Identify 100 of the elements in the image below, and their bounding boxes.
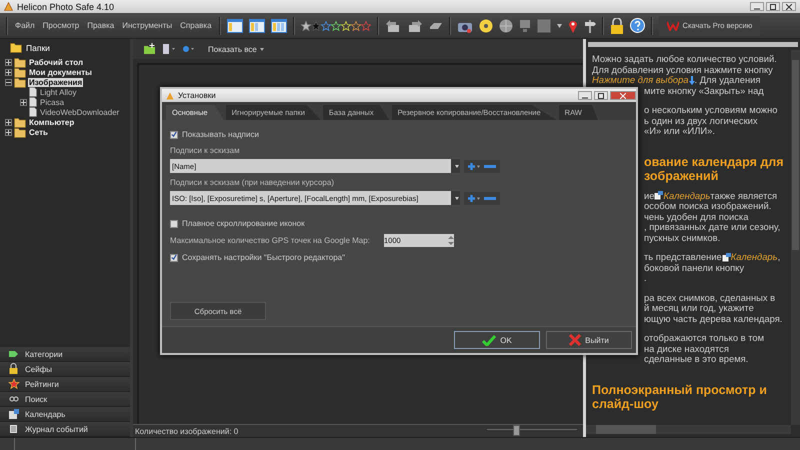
help-text: мите кнопку «Закрыть» над — [644, 86, 764, 96]
help-text: на диске находятся — [644, 344, 729, 354]
menu-item[interactable]: Правка — [86, 19, 116, 32]
checkmark-icon — [171, 254, 177, 261]
window-title: Helicon Photo Safe 4.10 — [17, 2, 116, 12]
help-text: . — [644, 273, 647, 284]
calendar-icon — [722, 252, 731, 262]
tag-icon — [8, 348, 20, 360]
checkbox-label: Показывать надписи — [182, 130, 259, 139]
scrollbar[interactable] — [791, 50, 800, 425]
panel-title: Папки — [26, 42, 50, 52]
close-button[interactable] — [782, 2, 796, 11]
filter-dropdown[interactable]: Показать все — [202, 44, 270, 54]
spin-arrows-icon[interactable] — [448, 235, 454, 246]
expander-icon[interactable] — [5, 78, 12, 86]
expander-icon[interactable] — [5, 68, 12, 76]
star-icon[interactable] — [310, 20, 321, 30]
help-text: о нескольким условиям можно — [644, 105, 778, 116]
checkbox-label: Плавное скроллирование иконок — [182, 219, 305, 228]
maximize-button[interactable] — [594, 91, 608, 100]
panel-tab[interactable]: Поиск — [0, 392, 130, 407]
close-icon — [786, 4, 792, 10]
field-label: Подписи к эскизам — [170, 145, 241, 157]
map-pin-icon[interactable] — [568, 18, 578, 32]
star-icon[interactable] — [360, 20, 371, 30]
field-label: Подписи к эскизам (при наведении курсора) — [170, 177, 335, 189]
tree-item[interactable]: Мои документы — [28, 68, 93, 76]
expander-icon[interactable] — [20, 98, 27, 106]
plus-icon — [6, 120, 11, 124]
dialog-title: Установки — [178, 91, 217, 100]
help-text: особом поиска изображений. — [644, 201, 772, 212]
tree-item[interactable]: Изображения — [28, 78, 84, 86]
folder-icon — [14, 76, 26, 88]
minimize-button[interactable] — [750, 2, 764, 11]
monitor-icon[interactable] — [518, 18, 531, 32]
checkbox[interactable] — [170, 220, 178, 228]
caret-icon — [454, 196, 458, 200]
close-icon — [620, 92, 626, 98]
minimize-button[interactable] — [578, 91, 592, 100]
add-icon[interactable] — [467, 194, 481, 202]
tree-item[interactable]: Picasa — [39, 98, 66, 106]
tree-item[interactable]: Light Alloy — [39, 88, 78, 96]
tree-item[interactable]: Рабочий стол — [28, 58, 84, 66]
star-icon[interactable] — [300, 20, 311, 30]
menu-item[interactable]: Просмотр — [42, 19, 80, 32]
expander-icon[interactable] — [5, 58, 12, 66]
menu-item[interactable]: Справка — [179, 19, 213, 32]
app-logo-icon — [4, 2, 13, 11]
restore-button[interactable] — [766, 2, 780, 11]
help-text: й месяц или год, укажите — [644, 303, 754, 314]
panel-tab[interactable]: Сейфы — [0, 362, 130, 377]
panel-tab[interactable]: Журнал событий — [0, 422, 130, 437]
ok-button[interactable]: OK — [454, 331, 540, 349]
signpost-icon[interactable] — [584, 18, 596, 32]
tree-item[interactable]: Компьютер — [28, 118, 76, 126]
star-icon — [8, 378, 20, 390]
help-text: ие Календарьтакже является — [644, 190, 778, 201]
menu-item[interactable]: Инструменты — [121, 19, 174, 32]
star-icon[interactable] — [320, 20, 331, 30]
star-icon[interactable] — [350, 20, 361, 30]
lock-icon[interactable] — [610, 18, 624, 34]
tree-item[interactable]: VideoWebDownloader — [39, 108, 120, 116]
caret-icon[interactable] — [556, 24, 562, 28]
help-text: , привязанных дате или сезону, — [644, 222, 780, 232]
star-icon[interactable] — [330, 20, 341, 30]
checkbox[interactable] — [170, 254, 178, 262]
plus-icon — [21, 100, 26, 104]
layout-icon[interactable] — [270, 18, 287, 32]
exit-button[interactable]: Выйти — [546, 331, 632, 349]
tree-item[interactable]: Сеть — [28, 128, 49, 136]
calendar-icon — [8, 408, 20, 420]
panel-tab[interactable]: Календарь — [0, 407, 130, 422]
w-logo-icon — [666, 20, 679, 30]
document-icon — [8, 423, 20, 435]
layout-icon[interactable] — [226, 18, 243, 32]
scrollbar[interactable] — [586, 425, 791, 434]
globe-icon[interactable] — [498, 18, 513, 32]
add-folder-icon[interactable] — [143, 43, 156, 55]
rotate-left-icon[interactable] — [384, 18, 401, 32]
expander-icon[interactable] — [5, 118, 12, 126]
panel-tab[interactable]: Рейтинги — [0, 377, 130, 392]
image-count: Количество изображений: 0 — [135, 426, 238, 436]
down-arrow-icon — [688, 76, 694, 85]
checkbox[interactable] — [170, 130, 178, 138]
help-link[interactable]: Календарь — [663, 190, 710, 201]
disc-icon[interactable] — [478, 18, 493, 32]
help-link[interactable]: Нажмите для выбора — [592, 75, 688, 86]
eraser-icon[interactable] — [428, 20, 443, 30]
help-icon[interactable] — [630, 18, 645, 33]
help-link[interactable]: Календарь — [730, 252, 778, 262]
close-button[interactable] — [610, 91, 636, 100]
add-icon[interactable] — [467, 162, 481, 170]
plus-icon — [6, 60, 11, 64]
help-text: чень удобен для поиска — [644, 212, 748, 222]
cross-icon — [569, 334, 582, 346]
panel-tab[interactable]: Категории — [0, 347, 130, 362]
menu-item[interactable]: Файл — [14, 19, 36, 32]
layout-icon[interactable] — [248, 18, 265, 32]
rotate-right-icon[interactable] — [406, 18, 423, 32]
expander-icon[interactable] — [5, 128, 12, 136]
